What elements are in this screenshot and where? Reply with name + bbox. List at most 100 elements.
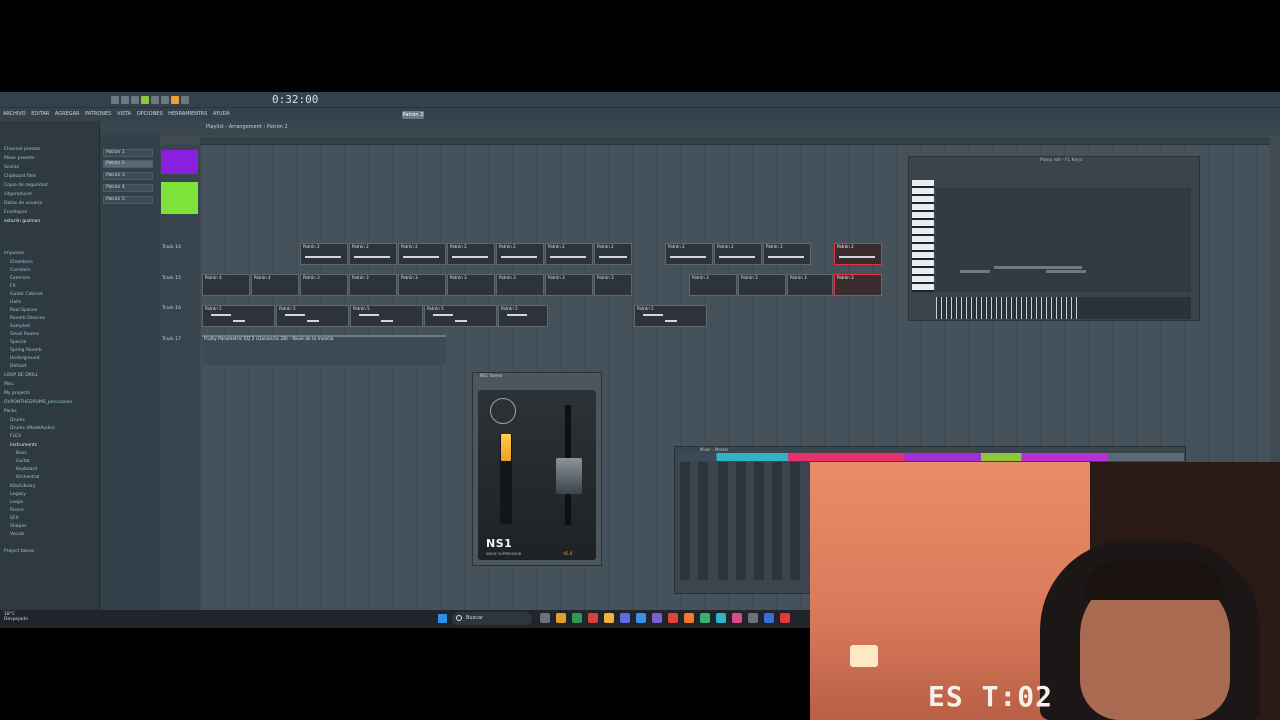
pattern-clip[interactable]: Patrón 5: [202, 305, 275, 327]
mixer-channel[interactable]: [790, 462, 800, 580]
app-icon[interactable]: [588, 613, 598, 623]
app-icon[interactable]: [780, 613, 790, 623]
pattern-clip[interactable]: Patrón 3: [594, 274, 632, 296]
mixer-channel[interactable]: [736, 462, 746, 580]
pattern-clip[interactable]: Patrón 2: [594, 243, 632, 265]
pattern-clip-selected[interactable]: Patrón 2: [834, 243, 882, 265]
track-label[interactable]: Track 16: [162, 306, 181, 311]
browser-item[interactable]: Exteriors: [10, 276, 30, 281]
track-label[interactable]: Track 17: [162, 337, 181, 342]
browser-item[interactable]: Halls: [10, 300, 21, 305]
browser-item[interactable]: Kits/Library: [10, 484, 36, 489]
track-clip-green[interactable]: [161, 182, 198, 214]
app-icon[interactable]: [636, 613, 646, 623]
browser-item[interactable]: Instruments: [10, 443, 37, 448]
browser-item[interactable]: Scores: [4, 165, 19, 170]
pattern-item[interactable]: Patrón 3: [103, 172, 153, 180]
menu-patterns[interactable]: PATRONES: [85, 111, 111, 117]
pattern-clip[interactable]: Patrón 4: [202, 274, 250, 296]
mixer-channel[interactable]: [772, 462, 782, 580]
browser-item[interactable]: Shapes: [10, 524, 26, 529]
browser-item[interactable]: Small Rooms: [10, 332, 39, 337]
menu-options[interactable]: OPCIONES: [137, 111, 163, 117]
pattern-clip[interactable]: Patrón 2: [714, 243, 762, 265]
pattern-item[interactable]: Patrón 5: [103, 196, 153, 204]
browser-item[interactable]: My projects: [4, 391, 30, 396]
track-label[interactable]: Track 15: [162, 276, 181, 281]
browser-item[interactable]: FLEX: [10, 434, 21, 439]
app-icon[interactable]: [732, 613, 742, 623]
app-icon[interactable]: [652, 613, 662, 623]
browser-item[interactable]: Sampled: [10, 324, 30, 329]
browser-item[interactable]: Real Spaces: [10, 308, 37, 313]
pattern-clip[interactable]: Patrón 2: [398, 243, 446, 265]
play-button[interactable]: [111, 96, 119, 104]
menu-view[interactable]: VISTA: [117, 111, 131, 117]
pattern-clip[interactable]: Patrón 5: [634, 305, 707, 327]
browser-item[interactable]: Guitar: [16, 459, 30, 464]
note[interactable]: [960, 270, 990, 273]
browser-item[interactable]: SFX: [10, 516, 19, 521]
note[interactable]: [994, 266, 1042, 269]
browser-item[interactable]: Legacy: [10, 492, 26, 497]
mixer-channel[interactable]: [680, 462, 690, 580]
fl-studio-icon[interactable]: [684, 613, 694, 623]
pattern-clip[interactable]: Patrón 3: [545, 274, 593, 296]
menu-add[interactable]: AGREGAR: [55, 111, 80, 117]
browser-item[interactable]: Guitar Cabinet: [10, 292, 43, 297]
pattern-clip[interactable]: Patrón 4: [251, 274, 299, 296]
menu-help[interactable]: AYUDA: [213, 111, 230, 117]
note[interactable]: [1046, 270, 1086, 273]
windows-start-icon[interactable]: [438, 614, 447, 623]
record-button[interactable]: [131, 96, 139, 104]
app-icon[interactable]: [716, 613, 726, 623]
mixer-channel[interactable]: [718, 462, 728, 580]
browser-item[interactable]: Channel presets: [4, 147, 41, 152]
browser-item[interactable]: estarlin guzman: [4, 219, 40, 224]
browser-item[interactable]: Drums (ModeAudio): [10, 426, 55, 431]
pattern-clip[interactable]: Patrón 2: [447, 243, 495, 265]
automation-clip[interactable]: Fruity Parametric EQ 2 (Ganancia 28) - N…: [202, 335, 446, 365]
menu-edit[interactable]: EDITAR: [31, 111, 49, 117]
pattern-clip[interactable]: Patrón 3: [300, 274, 348, 296]
pattern-item[interactable]: Patrón 1: [103, 149, 153, 157]
pattern-clip[interactable]: Patrón 3: [787, 274, 833, 296]
browser-item[interactable]: Misc: [4, 382, 14, 387]
pattern-song-toggle[interactable]: [141, 96, 149, 104]
pattern-clip[interactable]: Patrón 5: [276, 305, 349, 327]
pattern-selector[interactable]: Patrón 2: [402, 111, 424, 119]
piano-keyboard[interactable]: [912, 180, 934, 292]
mixer-channel[interactable]: [754, 462, 764, 580]
browser-item[interactable]: Project bones: [4, 549, 34, 554]
browser-item[interactable]: Reverb Devices: [10, 316, 45, 321]
browser-item[interactable]: Impulses: [4, 251, 24, 256]
pattern-clip[interactable]: Patrón 5: [350, 305, 423, 327]
piano-roll-grid[interactable]: [936, 188, 1191, 292]
pattern-clip[interactable]: Patrón 2: [496, 243, 544, 265]
pattern-clip[interactable]: Patrón 2: [763, 243, 811, 265]
note[interactable]: [1042, 266, 1082, 269]
browser-item[interactable]: Envelopes: [4, 210, 27, 215]
pattern-clip[interactable]: Patrón 3: [398, 274, 446, 296]
browser-item[interactable]: Keyboard: [16, 467, 37, 472]
browser-item[interactable]: cityproducer: [4, 192, 32, 197]
browser-item[interactable]: Spring Reverb: [10, 348, 42, 353]
folder-icon[interactable]: [604, 613, 614, 623]
pattern-clip[interactable]: Patrón 3: [447, 274, 495, 296]
browser-item[interactable]: Datos de usuario: [4, 201, 42, 206]
timeline-ruler[interactable]: [200, 137, 1270, 145]
browser-item[interactable]: Special: [10, 340, 26, 345]
pattern-clip[interactable]: Patrón 2: [665, 243, 713, 265]
stop-button[interactable]: [121, 96, 129, 104]
pattern-clip[interactable]: Patrón 5: [498, 305, 548, 327]
pattern-clip[interactable]: Patrón 3: [689, 274, 737, 296]
track-label[interactable]: Track 14: [162, 245, 181, 250]
pattern-item[interactable]: Patrón 4: [103, 184, 153, 192]
browser-item[interactable]: Corridors: [10, 268, 31, 273]
browser-item[interactable]: Orchestral: [16, 475, 39, 480]
app-icon[interactable]: [700, 613, 710, 623]
tempo-display[interactable]: [151, 96, 159, 104]
browser-item[interactable]: Packs: [4, 409, 17, 414]
mixer-channel-strip[interactable]: [676, 453, 1184, 461]
track-clip-purple[interactable]: [161, 150, 198, 174]
